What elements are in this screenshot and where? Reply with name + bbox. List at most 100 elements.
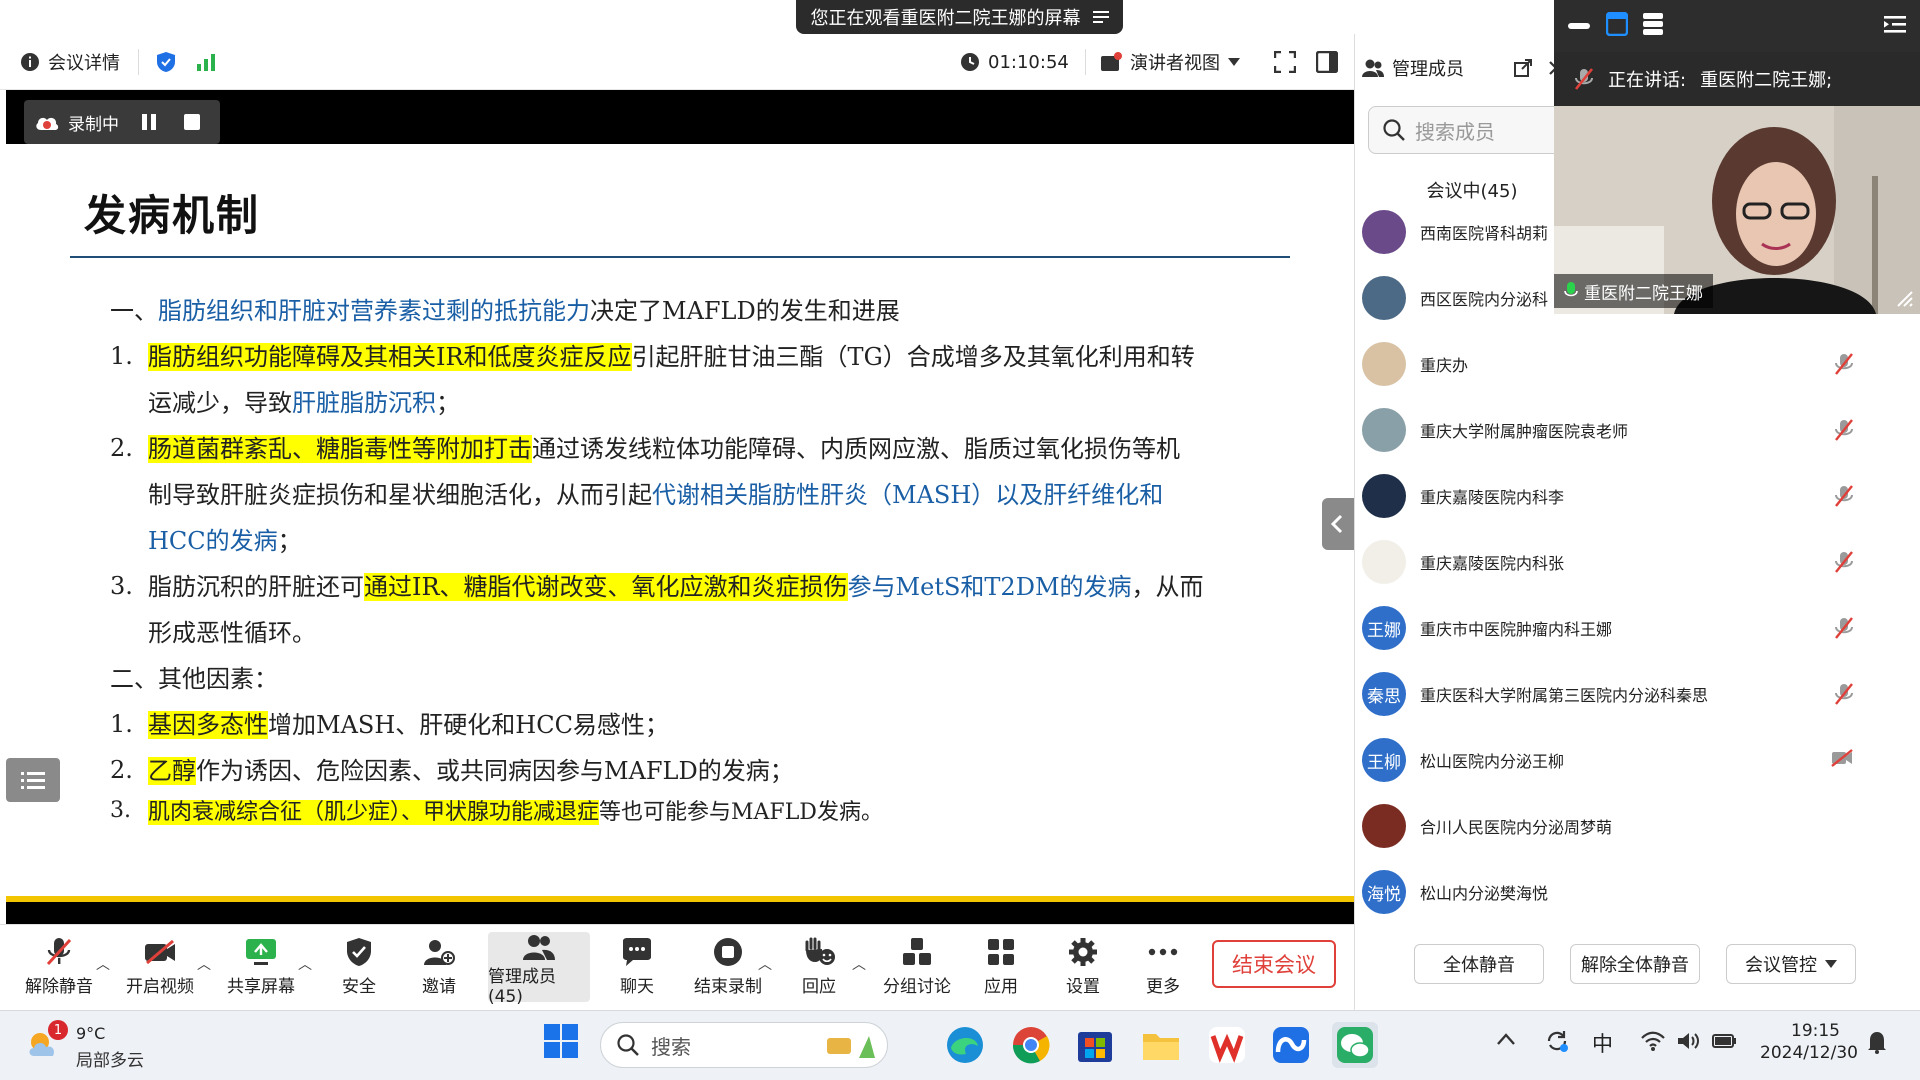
tencent-meeting-icon[interactable] xyxy=(1268,1022,1314,1068)
apps-button[interactable]: 应用 xyxy=(956,932,1046,1002)
chevron-left-icon xyxy=(1331,514,1343,534)
reaction-button[interactable]: 回应 xyxy=(774,932,864,1002)
member-name: 重庆办 xyxy=(1420,356,1469,375)
mic-muted-icon[interactable] xyxy=(1834,682,1854,706)
security-shield-icon[interactable] xyxy=(156,34,176,90)
volume-icon[interactable] xyxy=(1676,1030,1700,1052)
caret-down-icon xyxy=(1228,58,1240,66)
minimize-icon[interactable] xyxy=(1568,18,1590,32)
edge-browser-icon[interactable] xyxy=(942,1022,988,1068)
weather-temp: 9°C xyxy=(76,1024,106,1043)
member-row[interactable]: 重庆嘉陵医院内科张 xyxy=(1362,532,1882,592)
file-explorer-icon[interactable] xyxy=(1138,1022,1184,1068)
clock-time: 19:15 xyxy=(1791,1021,1840,1041)
breakout-label: 分组讨论 xyxy=(883,977,951,997)
share-screen-button[interactable]: 共享屏幕 xyxy=(216,932,306,1002)
member-row[interactable]: 王娜 重庆市中医院肿瘤内科王娜 xyxy=(1362,598,1882,658)
speaker-layout-icon[interactable] xyxy=(1606,12,1628,36)
network-signal-icon[interactable] xyxy=(196,34,216,90)
member-row[interactable]: 秦思 重庆医科大学附属第三医院内分泌科秦思 xyxy=(1362,664,1882,724)
start-video-button[interactable]: 开启视频 xyxy=(115,932,205,1002)
popout-icon[interactable] xyxy=(1514,59,1532,77)
mic-muted-icon[interactable] xyxy=(1834,550,1854,574)
notification-bell-icon[interactable] xyxy=(1866,1030,1888,1054)
gallery-layout-icon[interactable] xyxy=(1642,12,1664,36)
breakout-rooms-button[interactable]: 分组讨论 xyxy=(870,932,964,1002)
resize-grip-icon[interactable] xyxy=(1894,288,1914,308)
chat-button[interactable]: 聊天 xyxy=(592,932,682,1002)
member-name: 西南医院肾科胡莉 xyxy=(1420,224,1549,243)
cloud-record-icon xyxy=(34,112,60,132)
search-highlight-icon xyxy=(825,1030,877,1060)
clock-date: 2024/12/30 xyxy=(1760,1043,1858,1063)
weather-desc: 局部多云 xyxy=(76,1051,144,1071)
fullscreen-icon[interactable] xyxy=(1274,34,1296,90)
weather-widget[interactable]: 1 9°C 局部多云 xyxy=(26,1020,166,1071)
pause-recording-icon[interactable] xyxy=(141,113,157,131)
layout-toggle-icon[interactable] xyxy=(1316,34,1338,90)
video-menu-icon[interactable] xyxy=(1884,14,1906,34)
slide-line: 形成恶性循环。 xyxy=(148,619,316,647)
speaker-video-feed[interactable]: 重医附二院王娜 xyxy=(1554,106,1920,314)
mic-muted-icon[interactable] xyxy=(1834,418,1854,442)
recording-options-caret[interactable]: ︿ xyxy=(758,954,772,974)
sync-icon[interactable] xyxy=(1544,1028,1570,1054)
settings-button[interactable]: 设置 xyxy=(1038,932,1128,1002)
manage-members-button[interactable]: 管理成员(45) xyxy=(488,932,590,1007)
meeting-top-bar: 会议详情 01:10:54 演讲者视图 xyxy=(0,34,1360,90)
more-label: 更多 xyxy=(1146,977,1180,997)
mic-muted-icon[interactable] xyxy=(1834,484,1854,508)
add-user-icon xyxy=(423,937,455,967)
video-options-caret[interactable]: ︿ xyxy=(197,954,211,974)
member-row[interactable]: 王柳 松山医院内分泌王柳 xyxy=(1362,730,1882,790)
windows-start-icon[interactable] xyxy=(542,1022,580,1060)
ime-indicator[interactable]: 中 xyxy=(1592,1028,1613,1058)
video-off-icon[interactable] xyxy=(1830,748,1854,768)
member-row[interactable]: 重庆嘉陵医院内科李 xyxy=(1362,466,1882,526)
mic-muted-icon[interactable] xyxy=(1834,616,1854,640)
member-row[interactable]: 合川人民医院内分泌周梦萌 xyxy=(1362,796,1882,856)
end-meeting-button[interactable]: 结束会议 xyxy=(1212,940,1336,988)
mic-muted-icon[interactable] xyxy=(1834,352,1854,376)
divider xyxy=(138,49,139,75)
collapse-panel-button[interactable] xyxy=(1322,498,1354,550)
chat-label: 聊天 xyxy=(620,977,654,997)
member-row[interactable]: 重庆办 xyxy=(1362,334,1882,394)
reaction-options-caret[interactable]: ︿ xyxy=(852,954,866,974)
tray-overflow-chevron-icon[interactable] xyxy=(1496,1032,1516,1046)
member-row[interactable]: 重庆大学附属肿瘤医院袁老师 xyxy=(1362,400,1882,460)
slide-line: 脂肪沉积的肝脏还可通过IR、糖脂代谢改变、氧化应激和炎症损伤参与MetS和T2D… xyxy=(148,573,1204,601)
avatar: 海悦 xyxy=(1362,870,1406,914)
battery-icon[interactable] xyxy=(1712,1032,1738,1050)
more-button[interactable]: 更多 xyxy=(1118,932,1208,1002)
meeting-info-label: 会议详情 xyxy=(48,53,120,74)
security-button[interactable]: 安全 xyxy=(314,932,404,1002)
chrome-browser-icon[interactable] xyxy=(1008,1022,1054,1068)
view-mode-dropdown[interactable]: 演讲者视图 xyxy=(1100,34,1240,90)
ms-store-icon[interactable] xyxy=(1072,1022,1118,1068)
wifi-icon[interactable] xyxy=(1640,1030,1666,1052)
meeting-info-button[interactable]: 会议详情 xyxy=(20,34,120,90)
wps-office-icon[interactable] xyxy=(1204,1022,1250,1068)
banner-menu-icon[interactable] xyxy=(1092,10,1109,24)
unmute-all-button[interactable]: 解除全体静音 xyxy=(1570,944,1700,984)
share-options-caret[interactable]: ︿ xyxy=(298,954,312,974)
slide-outline-button[interactable] xyxy=(6,758,60,802)
member-row[interactable]: 海悦 松山内分泌樊海悦 xyxy=(1362,862,1882,922)
mute-all-button[interactable]: 全体静音 xyxy=(1414,944,1544,984)
stop-recording-icon[interactable] xyxy=(183,113,201,131)
audio-options-caret[interactable]: ︿ xyxy=(96,954,110,974)
unmute-button[interactable]: 解除静音 xyxy=(14,932,104,1002)
avatar xyxy=(1362,342,1406,386)
invite-button[interactable]: 邀请 xyxy=(394,932,484,1002)
slide-line: 制导致肝脏炎症损伤和星状细胞活化，从而引起代谢相关脂肪性肝炎（MASH）以及肝纤… xyxy=(148,481,1164,509)
member-name: 松山医院内分泌王柳 xyxy=(1420,752,1565,771)
screen-share-banner[interactable]: 您正在观看重医附二院王娜的屏幕 xyxy=(796,0,1123,34)
end-recording-label: 结束录制 xyxy=(694,977,762,997)
taskbar-clock[interactable]: 19:15 2024/12/30 xyxy=(1760,1020,1858,1064)
members-icon xyxy=(522,932,556,962)
wechat-icon[interactable] xyxy=(1332,1022,1378,1068)
taskbar-search-box[interactable]: 搜索 xyxy=(600,1022,888,1068)
meeting-control-dropdown[interactable]: 会议管控 xyxy=(1726,944,1856,984)
member-search-input[interactable]: 搜索成员 xyxy=(1368,106,1568,154)
